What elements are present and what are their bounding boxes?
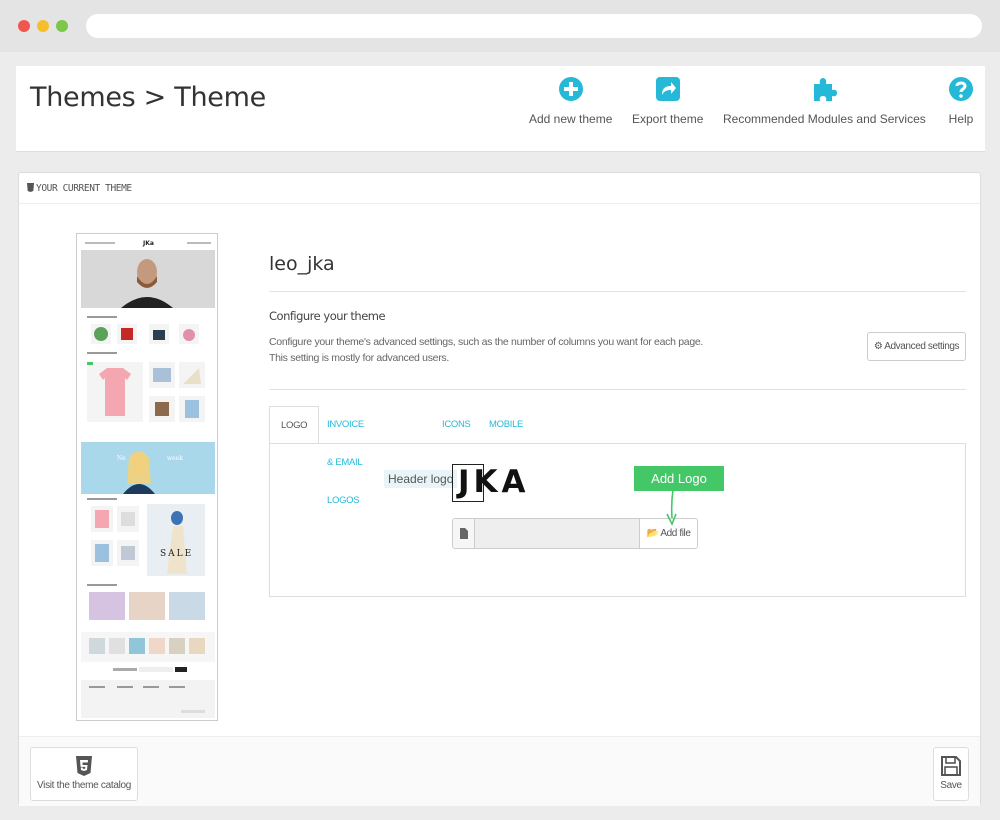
svg-text:Ne: Ne <box>117 455 126 462</box>
header-logo-preview: JKA <box>458 464 530 500</box>
header-logo-label: Header logo <box>384 470 458 488</box>
visit-theme-catalog-button[interactable]: Visit the theme catalog <box>30 747 138 801</box>
page-header: Themes > Theme Add new theme Export them… <box>16 66 985 152</box>
help-label: Help <box>948 112 974 126</box>
html5-icon <box>27 183 34 192</box>
save-label: Save <box>940 780 962 791</box>
configure-description: Configure your theme's advanced settings… <box>269 336 704 364</box>
export-theme-label: Export theme <box>632 112 704 126</box>
file-icon <box>453 519 475 548</box>
panel-heading: Your current theme <box>19 173 980 204</box>
browser-chrome <box>0 0 1000 52</box>
recommended-modules-label: Recommended Modules and Services <box>723 112 926 126</box>
window-maximize-dot[interactable] <box>56 20 68 32</box>
window-close-dot[interactable] <box>18 20 30 32</box>
file-name-field[interactable] <box>475 519 639 548</box>
theme-preview-image: JKa Ne week SALE <box>77 234 217 720</box>
html5-icon <box>76 756 92 776</box>
folder-open-icon: 📂 <box>646 528 659 539</box>
thumb-sale-text: SALE <box>160 549 193 559</box>
window-minimize-dot[interactable] <box>37 20 49 32</box>
theme-preview-thumbnail: JKa Ne week SALE <box>76 233 218 721</box>
puzzle-icon <box>814 78 838 101</box>
add-new-theme-button[interactable]: Add new theme <box>529 76 612 126</box>
add-file-label: Add file <box>660 528 691 539</box>
theme-name: leo_jka <box>269 253 335 275</box>
save-button[interactable]: Save <box>933 747 969 801</box>
logo-file-upload: 📂 Add file <box>452 518 698 549</box>
logo-tab-content: Header logo JKA 📂 Add file Add Logo <box>269 443 966 597</box>
export-theme-button[interactable]: Export theme <box>632 76 703 126</box>
current-theme-panel: Your current theme JKa <box>18 172 981 806</box>
gear-icon: ⚙ <box>873 341 883 352</box>
divider <box>269 291 966 292</box>
tab-mobile[interactable]: Mobile <box>489 406 523 444</box>
panel-footer: Visit the theme catalog Save <box>19 736 980 806</box>
export-icon <box>655 77 680 101</box>
svg-text:week: week <box>167 455 183 462</box>
add-logo-callout: Add Logo <box>634 466 724 491</box>
configure-title: Configure your theme <box>269 309 386 323</box>
tab-invoice-email-logos[interactable]: Invoice & Email Logos <box>327 406 364 506</box>
address-bar[interactable] <box>86 14 982 38</box>
advanced-settings-button[interactable]: ⚙ Advanced settings <box>867 332 966 361</box>
thumb-logo: JKa <box>142 240 154 247</box>
save-icon <box>941 756 961 776</box>
advanced-settings-label: Advanced settings <box>884 341 960 352</box>
add-new-theme-label: Add new theme <box>529 112 613 126</box>
plus-circle-icon <box>558 77 583 101</box>
visit-theme-catalog-label: Visit the theme catalog <box>36 780 132 791</box>
panel-heading-text: Your current theme <box>36 183 132 194</box>
recommended-modules-button[interactable]: Recommended Modules and Services <box>723 76 926 126</box>
divider <box>269 389 966 390</box>
help-icon <box>949 77 973 101</box>
help-button[interactable]: Help <box>948 76 974 126</box>
tab-logo[interactable]: Logo <box>269 406 320 444</box>
arrow-down-icon <box>666 490 677 526</box>
tab-icons[interactable]: Icons <box>442 406 471 444</box>
page-title: Themes > Theme <box>30 82 266 113</box>
